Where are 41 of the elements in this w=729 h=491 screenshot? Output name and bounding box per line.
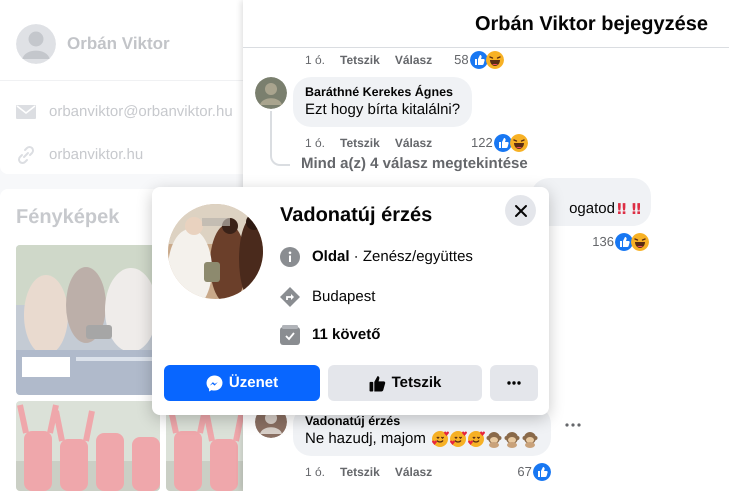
reply-link[interactable]: Válasz <box>394 134 432 152</box>
thumbs-up-icon <box>368 374 386 392</box>
comment-time[interactable]: 1 ó. <box>305 134 326 152</box>
like-link[interactable]: Tetszik <box>340 51 380 69</box>
comment-author[interactable]: Baráthné Kerekes Ágnes <box>305 84 460 100</box>
avatar-icon <box>16 24 56 64</box>
followers-icon <box>280 325 300 346</box>
exclamation-marks: ‼ ‼ <box>616 198 641 220</box>
reaction-count[interactable]: 67 <box>517 462 532 482</box>
comment-text: ogatod <box>569 198 615 218</box>
reply-link[interactable]: Válasz <box>394 51 432 69</box>
comment-time[interactable]: 1 ó. <box>305 51 326 69</box>
info-icon <box>280 247 300 268</box>
comment-time[interactable]: 1 ó. <box>305 462 326 480</box>
thread-line <box>270 111 290 166</box>
comment-author[interactable]: Vadonatúj érzés <box>305 412 539 428</box>
panel-title: Orbán Viktor bejegyzése <box>474 12 708 36</box>
section-title: Fényképek <box>16 205 120 230</box>
envelope-icon <box>16 105 36 120</box>
view-replies-link[interactable]: Mind a(z) 4 válasz megtekintése <box>301 154 528 174</box>
message-button[interactable]: Üzenet <box>164 365 320 401</box>
close-icon <box>514 204 528 218</box>
directions-icon <box>280 286 300 307</box>
reply-link[interactable]: Válasz <box>394 462 432 480</box>
like-link[interactable]: Tetszik <box>340 462 380 480</box>
reaction-count[interactable]: 136 <box>592 232 614 252</box>
avatar-icon <box>255 77 287 109</box>
like-link[interactable]: Tetszik <box>340 134 380 152</box>
comment-text: Ezt hogy bírta kitalálni? <box>305 100 460 120</box>
page-location: Budapest <box>312 286 376 306</box>
reaction-count[interactable]: 122 <box>471 133 493 153</box>
reaction-count[interactable]: 58 <box>454 50 469 70</box>
link-icon <box>16 144 36 165</box>
like-button[interactable]: Tetszik <box>328 365 482 401</box>
follower-count: 11 követő <box>312 325 380 345</box>
messenger-icon <box>206 374 223 392</box>
comment-text: Ne hazudj, majom <box>305 428 426 448</box>
more-icon <box>507 381 521 385</box>
page-category: Oldal · Zenész/együttes <box>312 247 473 267</box>
close-button[interactable] <box>505 195 536 226</box>
page-name[interactable]: Vadonatúj érzés <box>280 202 473 228</box>
